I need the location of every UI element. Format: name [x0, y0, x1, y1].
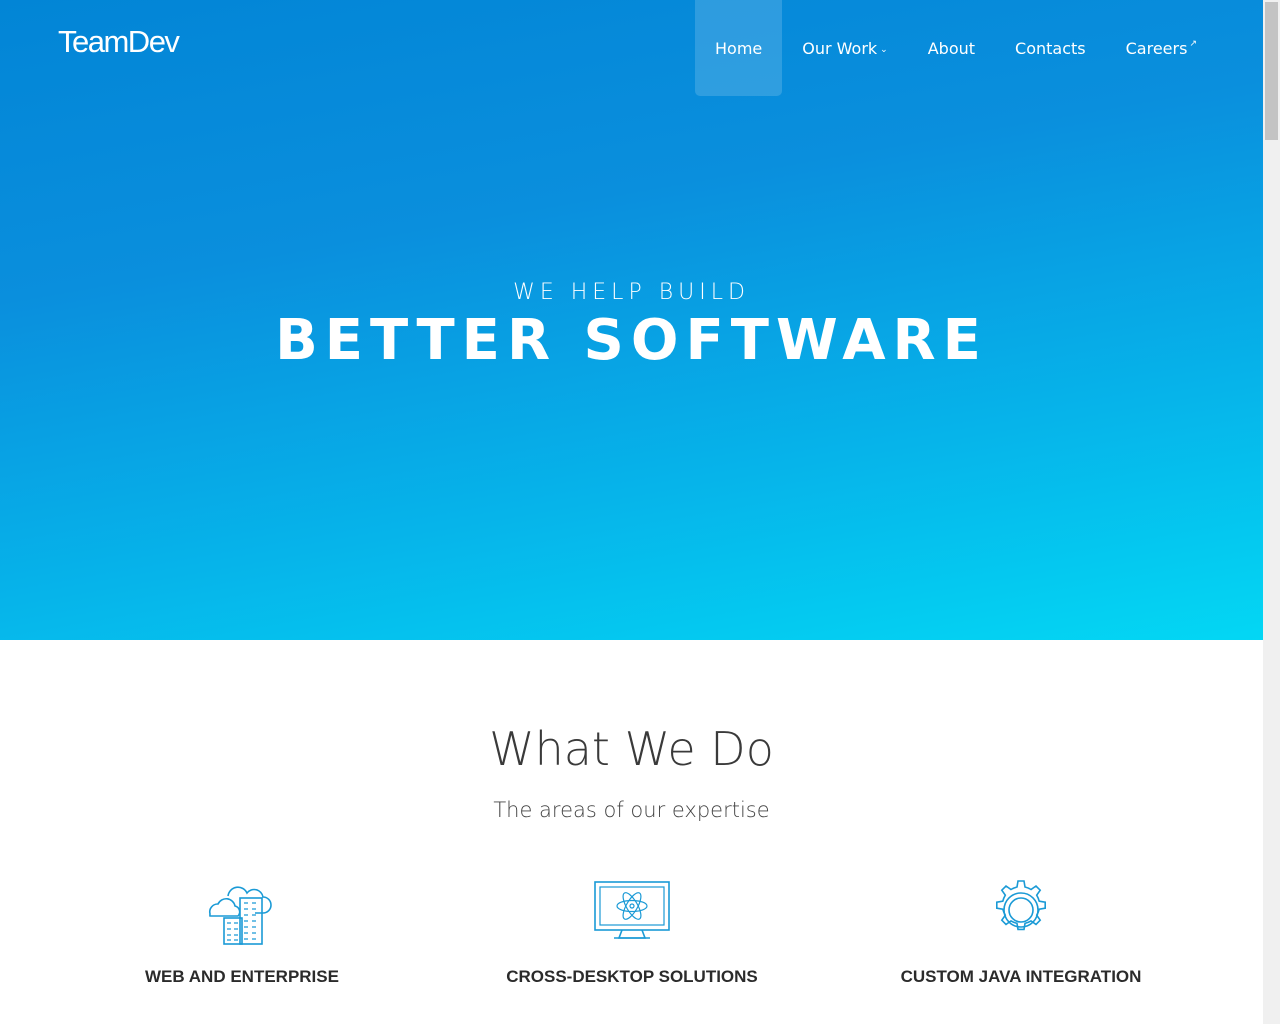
nav-item-label: Careers — [1125, 38, 1188, 58]
page: TeamDev Home Our Work ⌄ About Contacts C… — [0, 0, 1263, 1024]
desktop-atom-icon — [432, 870, 832, 950]
service-card-label: WEB AND ENTERPRISE — [145, 967, 339, 986]
nav-item-label: Home — [715, 38, 763, 58]
nav-item-label: About — [927, 38, 976, 58]
hero-subtitle: WE HELP BUILD — [513, 280, 750, 305]
chevron-down-icon: ⌄ — [880, 45, 888, 55]
external-link-icon: ↗ — [1189, 39, 1197, 49]
service-card-label: CUSTOM JAVA INTEGRATION — [900, 967, 1142, 986]
main-nav: Home Our Work ⌄ About Contacts Careers ↗ — [695, 0, 1217, 96]
nav-item-about[interactable]: About — [908, 0, 995, 96]
service-card-label: CROSS-DESKTOP SOLUTIONS — [506, 967, 758, 986]
nav-item-careers[interactable]: Careers ↗ — [1106, 0, 1217, 96]
service-card-custom-java: CUSTOM JAVA INTEGRATION — [821, 870, 1221, 987]
logo[interactable]: TeamDev — [58, 24, 180, 60]
nav-item-home[interactable]: Home — [695, 0, 783, 96]
section-title: What We Do — [489, 722, 774, 776]
vertical-scrollbar[interactable] — [1263, 0, 1280, 1024]
gear-icon — [821, 870, 1221, 950]
nav-item-contacts[interactable]: Contacts — [995, 0, 1106, 96]
scrollbar-thumb[interactable] — [1265, 2, 1278, 140]
service-card-web-enterprise: WEB AND ENTERPRISE — [42, 870, 442, 987]
nav-item-our-work[interactable]: Our Work ⌄ — [782, 0, 907, 96]
service-card-cross-desktop: CROSS-DESKTOP SOLUTIONS — [432, 870, 832, 987]
section-subtitle: The areas of our expertise — [493, 798, 770, 822]
nav-item-label: Contacts — [1015, 38, 1086, 58]
hero-banner: TeamDev Home Our Work ⌄ About Contacts C… — [0, 0, 1263, 640]
hero-title: BETTER SOFTWARE — [275, 308, 988, 373]
nav-item-label: Our Work — [802, 38, 878, 58]
cloud-building-icon — [42, 870, 442, 950]
